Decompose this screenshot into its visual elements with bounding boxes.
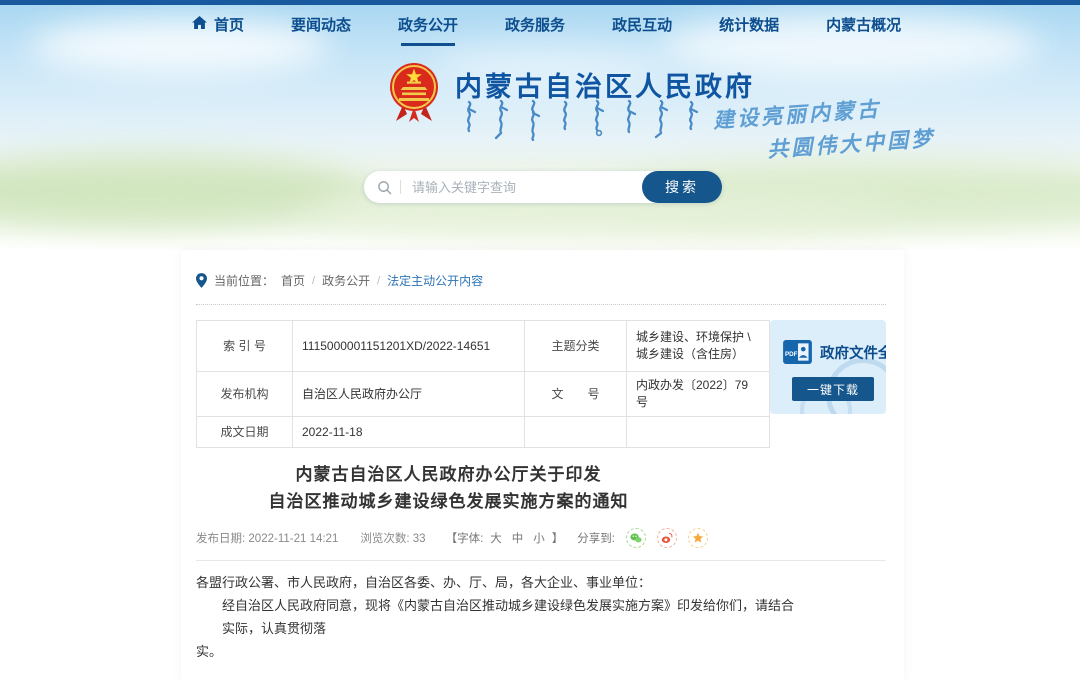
topic-category-label: 主题分类 <box>525 321 627 372</box>
document-title-line-1: 内蒙古自治区人民政府办公厅关于印发 <box>196 461 701 488</box>
nav-item-overview[interactable]: 内蒙古概况 <box>826 14 901 46</box>
nav-item-home[interactable]: 首页 <box>192 14 244 46</box>
nav-item-gov-services[interactable]: 政务服务 <box>505 14 565 46</box>
pdf-panel-title: 政府文件全真版 <box>820 342 886 363</box>
breadcrumb-label: 当前位置： <box>214 272 274 289</box>
favorite-star-icon[interactable] <box>688 528 708 548</box>
view-count-value: 33 <box>413 533 426 545</box>
breadcrumb-gov-disclosure[interactable]: 政务公开 <box>322 272 370 289</box>
document-meta-table: 索 引 号 1115000001151201XD/2022-14651 主题分类… <box>196 320 770 448</box>
svg-text:PDF: PDF <box>785 351 798 358</box>
nav-label: 内蒙古概况 <box>826 14 901 35</box>
pdf-file-icon: PDF <box>783 340 812 364</box>
nav-label: 统计数据 <box>719 14 779 35</box>
font-size-large[interactable]: 大 <box>490 530 502 546</box>
breadcrumb-current[interactable]: 法定主动公开内容 <box>387 272 483 289</box>
breadcrumb-separator: / <box>312 275 315 287</box>
page: 首页 要闻动态 政务公开 政务服务 政民互动 统计数据 内蒙古概况 <box>0 0 1080 681</box>
breadcrumb-home[interactable]: 首页 <box>281 272 305 289</box>
main-nav: 首页 要闻动态 政务公开 政务服务 政民互动 统计数据 内蒙古概况 <box>192 14 901 46</box>
empty-cell <box>627 417 770 448</box>
table-row: 发布机构 自治区人民政府办公厅 文 号 内政办发〔2022〕79号 <box>197 372 770 417</box>
issuing-agency-label: 发布机构 <box>197 372 293 417</box>
article-tools: 【字体: 大 中 小 】 分享到: <box>446 528 708 548</box>
issuing-agency-value: 自治区人民政府办公厅 <box>293 372 525 417</box>
location-pin-icon <box>196 273 207 288</box>
document-number-label: 文 号 <box>525 372 627 417</box>
search-input[interactable] <box>410 179 642 196</box>
article-body: 各盟行政公署、市人民政府，自治区各委、办、厅、局，各大企业、事业单位： 经自治区… <box>196 571 796 663</box>
breadcrumb-separator: / <box>377 275 380 287</box>
nav-label: 政务服务 <box>505 14 565 35</box>
index-number-value: 1115000001151201XD/2022-14651 <box>293 321 525 372</box>
font-size-open: 【字体: <box>446 530 484 546</box>
nav-item-statistics[interactable]: 统计数据 <box>719 14 779 46</box>
document-info-row: 索 引 号 1115000001151201XD/2022-14651 主题分类… <box>196 320 886 448</box>
national-emblem <box>388 61 440 132</box>
document-title-line-2: 自治区推动城乡建设绿色发展实施方案的通知 <box>196 488 701 515</box>
search-divider <box>400 180 401 194</box>
view-count: 浏览次数: 33 <box>360 530 425 546</box>
publish-date: 发布日期: 2022-11-21 14:21 <box>196 530 338 546</box>
document-number-value: 内政办发〔2022〕79号 <box>627 372 770 417</box>
header-banner: 首页 要闻动态 政务公开 政务服务 政民互动 统计数据 内蒙古概况 <box>0 5 1080 250</box>
dotted-divider <box>196 304 886 305</box>
article-meta-row: 发布日期: 2022-11-21 14:21 浏览次数: 33 【字体: 大 中… <box>196 528 708 548</box>
paragraph: 经自治区人民政府同意，现将《内蒙古自治区推动城乡建设绿色发展实施方案》印发给你们… <box>196 594 796 640</box>
publish-date-value: 2022-11-21 14:21 <box>248 533 338 545</box>
font-size-medium[interactable]: 中 <box>512 530 524 546</box>
table-row: 成文日期 2022-11-18 <box>197 417 770 448</box>
nav-label: 首页 <box>214 14 244 35</box>
table-row: 索 引 号 1115000001151201XD/2022-14651 主题分类… <box>197 321 770 372</box>
view-count-label: 浏览次数: <box>360 533 409 545</box>
topic-category-value: 城乡建设、环境保护 \ 城乡建设（含住房） <box>627 321 770 372</box>
paragraph: 实。 <box>196 640 796 663</box>
breadcrumb: 当前位置： 首页 / 政务公开 / 法定主动公开内容 <box>196 272 886 289</box>
font-size-small[interactable]: 小 <box>533 530 545 546</box>
nav-item-gov-disclosure[interactable]: 政务公开 <box>398 14 458 46</box>
one-click-download-button[interactable]: 一键下载 <box>792 377 874 401</box>
search-button[interactable]: 搜索 <box>642 171 722 203</box>
empty-cell <box>525 417 627 448</box>
nav-item-interaction[interactable]: 政民互动 <box>612 14 672 46</box>
issue-date-value: 2022-11-18 <box>293 417 525 448</box>
pdf-download-panel: PDF 政府文件全真版 一键下载 <box>770 320 886 414</box>
content-card: 当前位置： 首页 / 政务公开 / 法定主动公开内容 索 引 号 1115000… <box>181 250 904 681</box>
paragraph: 各盟行政公署、市人民政府，自治区各委、办、厅、局，各大企业、事业单位： <box>196 571 796 594</box>
nav-item-news[interactable]: 要闻动态 <box>291 14 351 46</box>
nav-label: 政务公开 <box>398 14 458 35</box>
nav-label: 要闻动态 <box>291 14 351 35</box>
search-icon <box>377 180 392 195</box>
mongolian-script <box>457 99 703 146</box>
weibo-share-icon[interactable] <box>657 528 677 548</box>
search-bar: 搜索 <box>364 171 722 203</box>
publish-date-label: 发布日期: <box>196 533 245 545</box>
pdf-panel-header: PDF 政府文件全真版 <box>783 340 886 364</box>
document-title: 内蒙古自治区人民政府办公厅关于印发 自治区推动城乡建设绿色发展实施方案的通知 <box>196 461 701 515</box>
wechat-share-icon[interactable] <box>626 528 646 548</box>
share-label: 分享到: <box>577 530 615 546</box>
active-tab-underline <box>401 43 455 46</box>
index-number-label: 索 引 号 <box>197 321 293 372</box>
section-divider <box>196 560 886 561</box>
nav-label: 政民互动 <box>612 14 672 35</box>
issue-date-label: 成文日期 <box>197 417 293 448</box>
font-size-close: 】 <box>552 530 564 546</box>
home-icon <box>192 16 207 33</box>
